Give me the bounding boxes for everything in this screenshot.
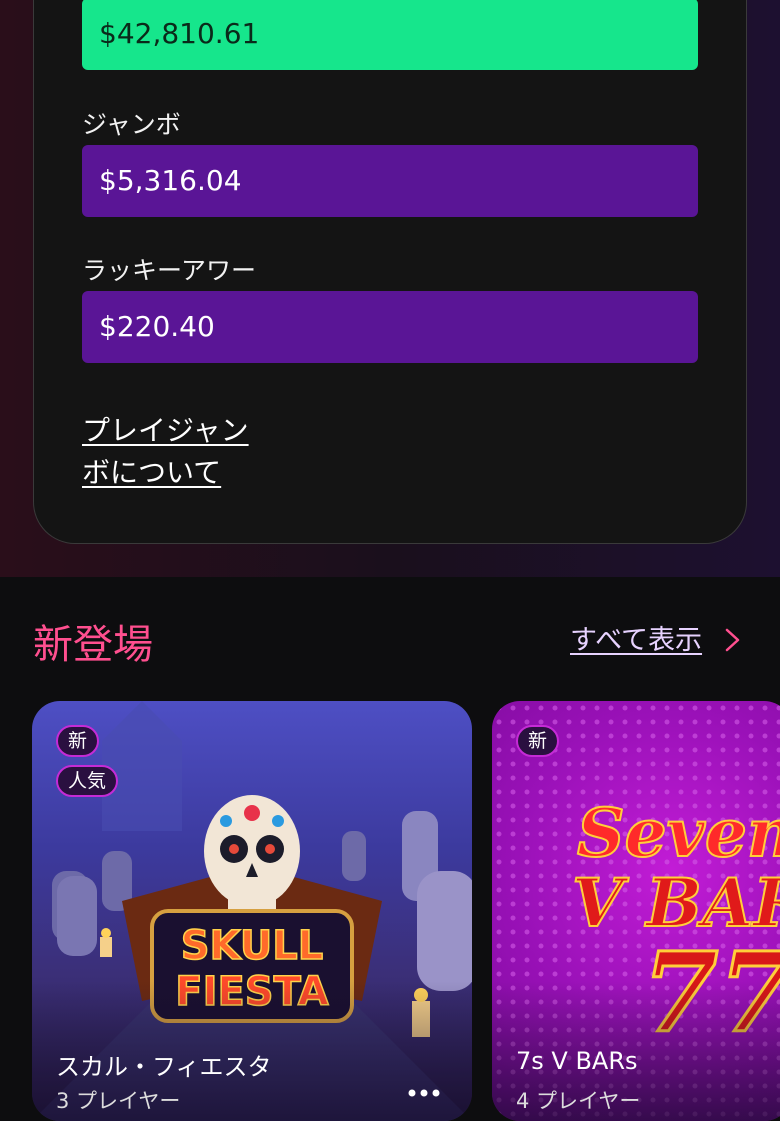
badge-new: 新: [516, 725, 560, 757]
game-name: スカル・フィエスタ: [56, 1053, 272, 1081]
badge-popular: 人気: [56, 765, 119, 797]
player-count: 3 プレイヤー: [56, 1089, 181, 1113]
badge-new: 新: [56, 725, 100, 757]
about-play-jumbo-link[interactable]: プレイジャン ボについて: [82, 410, 282, 494]
jackpot-label-lucky-hour: ラッキーアワー: [82, 256, 257, 285]
more-icon[interactable]: [404, 1073, 444, 1113]
about-link-line1: プレイジャン: [82, 414, 249, 447]
skull-fiesta-logo-line1: SKULL: [181, 923, 324, 969]
game-card-skull-fiesta[interactable]: SKULL FIESTA 新 人気 スカル・フィエスタ 3 プレイヤー: [32, 701, 472, 1121]
about-link-line2: ボについて: [82, 456, 222, 489]
section-title-new: 新登場: [33, 622, 153, 668]
player-count: 4 プレイヤー: [516, 1089, 641, 1113]
game-card-7s-v-bars[interactable]: Seven V BARS 77 新 7s V BARs 4 プレイヤー: [492, 701, 780, 1121]
jackpot-amount-jumbo: $5,316.04: [82, 145, 698, 217]
game-name: 7s V BARs: [516, 1047, 638, 1075]
chevron-right-icon[interactable]: [722, 624, 744, 656]
bars-logo-line1: Seven: [577, 794, 780, 872]
jackpot-amount-lucky-hour: $220.40: [82, 291, 698, 363]
jackpot-amount-main: $42,810.61: [82, 0, 698, 70]
jackpot-label-jumbo: ジャンボ: [82, 110, 181, 139]
view-all-link[interactable]: すべて表示: [570, 618, 702, 657]
